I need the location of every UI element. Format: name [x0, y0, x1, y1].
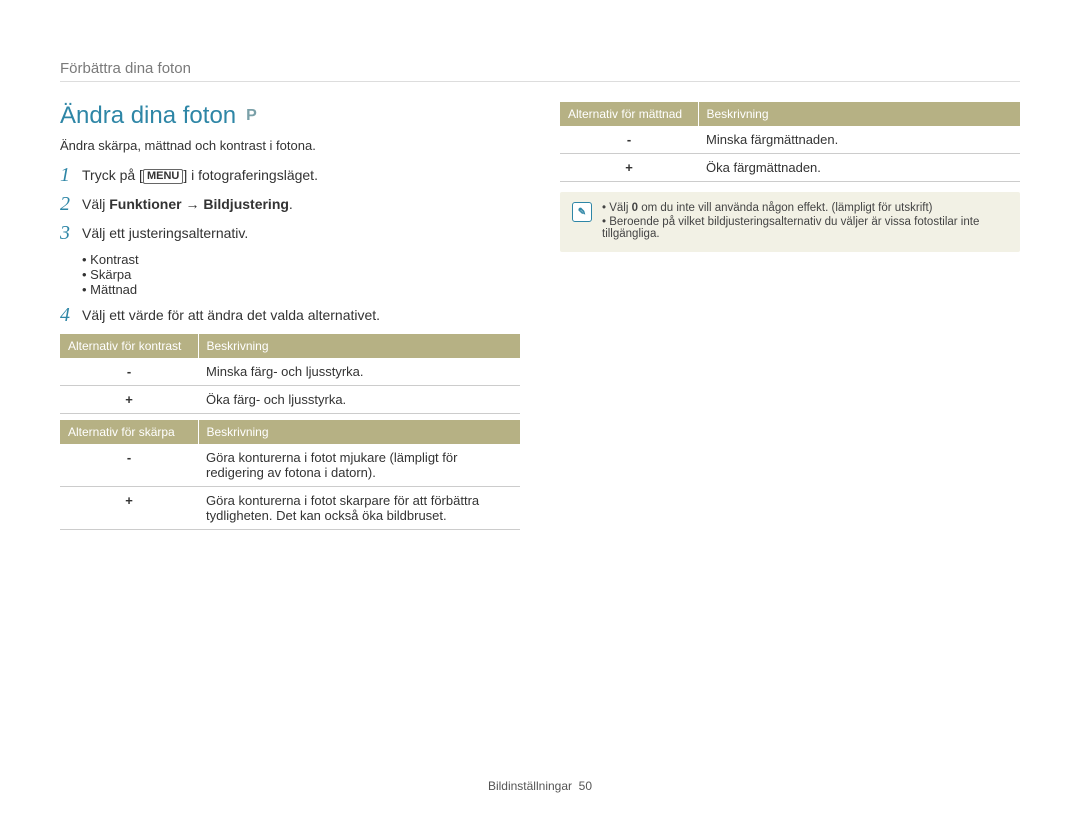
step-number: 3 [60, 223, 82, 243]
table-row: - Minska färg- och ljusstyrka. [60, 358, 520, 386]
menu-icon: MENU [143, 169, 183, 184]
cell-desc: Göra konturerna i fotot skarpare för att… [198, 487, 520, 530]
option-saturation: Mättnad [82, 282, 520, 297]
steps-list: 1 Tryck på [MENU] i fotograferingsläget.… [60, 165, 520, 244]
p-mode-icon: P [246, 107, 257, 125]
step2-b2: Bildjustering [203, 196, 289, 212]
cell-desc: Göra konturerna i fotot mjukare (lämplig… [198, 444, 520, 487]
saturation-table: Alternativ för mättnad Beskrivning - Min… [560, 102, 1020, 182]
step2-arrow: → [182, 196, 204, 212]
step2-post: . [289, 196, 293, 212]
step-number: 4 [60, 305, 82, 325]
cell-key: + [60, 386, 198, 414]
breadcrumb: Förbättra dina foton [60, 60, 1020, 82]
cell-desc: Öka färg- och ljusstyrka. [198, 386, 520, 414]
cell-key: + [60, 487, 198, 530]
right-column: Alternativ för mättnad Beskrivning - Min… [560, 102, 1020, 532]
table-row: - Minska färgmättnaden. [560, 126, 1020, 154]
adjustment-options: Kontrast Skärpa Mättnad [60, 252, 520, 297]
step-body: Välj Funktioner → Bildjustering. [82, 194, 520, 215]
step1-post: ] i fotograferingsläget. [183, 167, 318, 183]
content-columns: Ändra dina foton P Ändra skärpa, mättnad… [60, 102, 1020, 532]
table-row: + Öka färgmättnaden. [560, 154, 1020, 182]
footer-page-number: 50 [579, 779, 592, 793]
note-list: Välj 0 om du inte vill använda någon eff… [602, 202, 1008, 242]
cell-desc: Minska färgmättnaden. [698, 126, 1020, 154]
sharpness-table: Alternativ för skärpa Beskrivning - Göra… [60, 420, 520, 530]
step-number: 1 [60, 165, 82, 185]
left-column: Ändra dina foton P Ändra skärpa, mättnad… [60, 102, 520, 532]
cell-key: + [560, 154, 698, 182]
table-row: - Göra konturerna i fotot mjukare (lämpl… [60, 444, 520, 487]
th-sat-desc: Beskrivning [698, 102, 1020, 126]
note-item-1: Välj 0 om du inte vill använda någon eff… [602, 202, 1008, 214]
option-sharpness: Skärpa [82, 267, 520, 282]
step2-pre: Välj [82, 196, 109, 212]
note1-post: om du inte vill använda någon effekt. (l… [638, 202, 932, 214]
note1-pre: Välj [609, 202, 631, 214]
table-row: + Öka färg- och ljusstyrka. [60, 386, 520, 414]
step-2: 2 Välj Funktioner → Bildjustering. [60, 194, 520, 215]
note-item-2: Beroende på vilket bildjusteringsalterna… [602, 216, 1008, 240]
step-1: 1 Tryck på [MENU] i fotograferingsläget. [60, 165, 520, 186]
step2-b1: Funktioner [109, 196, 181, 212]
steps-list-cont: 4 Välj ett värde för att ändra det valda… [60, 305, 520, 326]
cell-key: - [60, 444, 198, 487]
title-text: Ändra dina foton [60, 102, 236, 130]
option-contrast: Kontrast [82, 252, 520, 267]
intro-text: Ändra skärpa, mättnad och kontrast i fot… [60, 138, 520, 153]
step-body: Välj ett justeringsalternativ. [82, 223, 520, 244]
cell-desc: Öka färgmättnaden. [698, 154, 1020, 182]
svg-text:✎: ✎ [578, 207, 586, 218]
cell-key: - [560, 126, 698, 154]
th-sharp-option: Alternativ för skärpa [60, 420, 198, 444]
step-number: 2 [60, 194, 82, 214]
step-body: Välj ett värde för att ändra det valda a… [82, 305, 520, 326]
page-title: Ändra dina foton P [60, 102, 520, 130]
footer-section: Bildinställningar [488, 779, 572, 793]
th-sat-option: Alternativ för mättnad [560, 102, 698, 126]
contrast-table: Alternativ för kontrast Beskrivning - Mi… [60, 334, 520, 414]
cell-key: - [60, 358, 198, 386]
note-box: ✎ Välj 0 om du inte vill använda någon e… [560, 192, 1020, 252]
step-3: 3 Välj ett justeringsalternativ. [60, 223, 520, 244]
th-contrast-desc: Beskrivning [198, 334, 520, 358]
th-sharp-desc: Beskrivning [198, 420, 520, 444]
page-footer: Bildinställningar 50 [0, 779, 1080, 793]
manual-page: Förbättra dina foton Ändra dina foton P … [0, 0, 1080, 815]
step-body: Tryck på [MENU] i fotograferingsläget. [82, 165, 520, 186]
step1-pre: Tryck på [ [82, 167, 143, 183]
step-4: 4 Välj ett värde för att ändra det valda… [60, 305, 520, 326]
table-row: + Göra konturerna i fotot skarpare för a… [60, 487, 520, 530]
cell-desc: Minska färg- och ljusstyrka. [198, 358, 520, 386]
th-contrast-option: Alternativ för kontrast [60, 334, 198, 358]
note-icon: ✎ [572, 202, 592, 222]
